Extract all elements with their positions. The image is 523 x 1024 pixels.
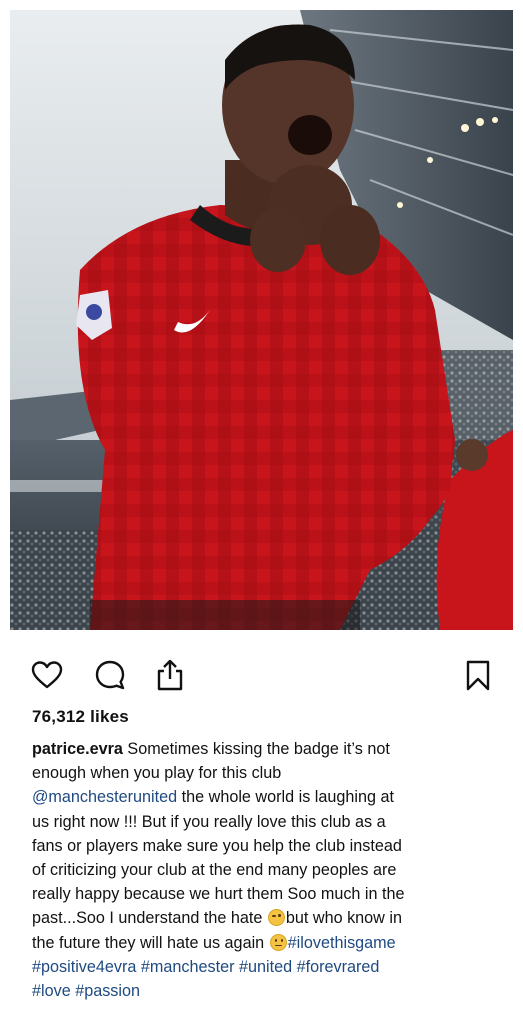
caption-line: @manchesterunited the whole world is lau… [32, 785, 502, 809]
caption-line: patrice.evra Sometimes kissing the badge… [32, 737, 502, 761]
caption-line: us right now !!! But if you really love … [32, 812, 386, 831]
caption-line: of criticizing your club at the end many… [32, 861, 397, 880]
heart-icon[interactable] [30, 658, 64, 692]
caption-username[interactable]: patrice.evra [32, 740, 123, 758]
bookmark-icon[interactable] [461, 658, 495, 692]
post-photo-illustration [10, 10, 513, 630]
hashtag-link[interactable]: #love [32, 982, 71, 1000]
share-icon[interactable] [153, 658, 187, 692]
caption-line: #love #passion [32, 979, 502, 1003]
likes-count[interactable]: 76,312 likes [32, 707, 129, 727]
post-action-bar [0, 654, 523, 698]
caption-text: Sometimes kissing the badge it’s not [127, 740, 390, 758]
hashtag-link[interactable]: #manchester [141, 958, 235, 976]
caption-line: enough when you play for this club [32, 764, 282, 783]
winking-face-icon [267, 909, 285, 927]
caption-text: the future they will hate us again [32, 933, 265, 952]
caption-line: the future they will hate us again #ilov… [32, 931, 502, 955]
caption-line: past...Soo I understand the hate but who… [32, 906, 502, 930]
caption-text: past...Soo I understand the hate [32, 909, 263, 928]
mention-link[interactable]: @manchesterunited [32, 788, 177, 806]
hashtag-link[interactable]: #passion [75, 982, 140, 1000]
caption-line: really happy because we hurt them Soo mu… [32, 885, 405, 904]
hashtag-link[interactable]: #united [239, 958, 292, 976]
hashtag-link[interactable]: #positive4evra [32, 958, 136, 976]
caption-text: the whole world is laughing at [181, 788, 394, 807]
caption-text: but who know in [285, 909, 402, 928]
neutral-face-icon [269, 933, 287, 951]
hashtag-link[interactable]: #forevrared [297, 958, 380, 976]
post-photo[interactable] [10, 10, 513, 630]
hashtag-link[interactable]: #ilovethisgame [288, 934, 396, 952]
caption-line: fans or players make sure you help the c… [32, 836, 402, 855]
post-caption: patrice.evra Sometimes kissing the badge… [32, 737, 502, 1003]
caption-line: #positive4evra #manchester #united #fore… [32, 955, 502, 979]
comment-icon[interactable] [93, 658, 127, 692]
